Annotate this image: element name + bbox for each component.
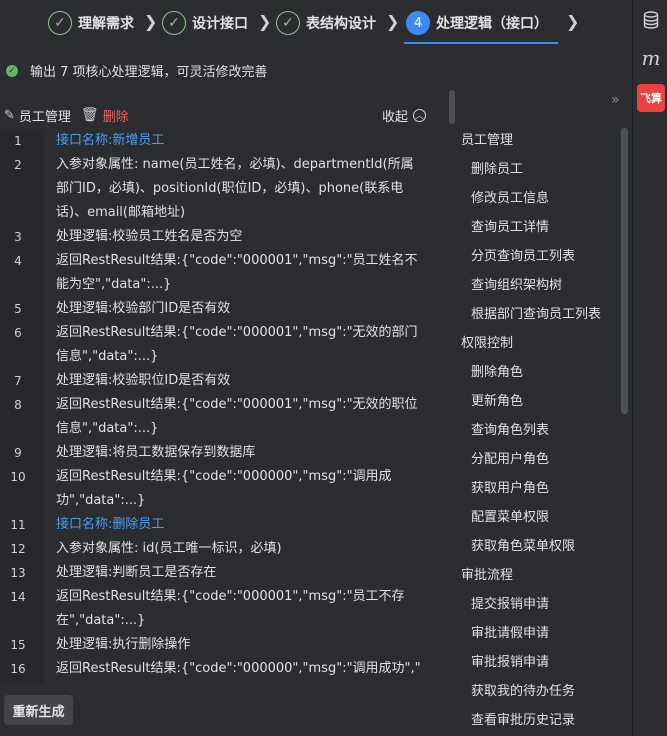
regenerate-button[interactable]: 重新生成: [4, 695, 73, 725]
line-number: 3: [14, 230, 22, 244]
code-line-text: 返回RestResult结果:{"code":"000000","msg":"调…: [56, 469, 392, 508]
tree-item[interactable]: 查询角色列表: [471, 416, 549, 445]
tree-item[interactable]: 分配用户角色: [471, 445, 549, 474]
check-icon: ✓: [162, 11, 186, 35]
tree-item[interactable]: 查询员工详情: [471, 213, 549, 242]
code-line-text: 入参对象属性: id(员工唯一标识，必填): [56, 541, 282, 556]
line-number: 6: [14, 326, 22, 340]
step-label: 理解需求: [78, 16, 134, 32]
chevron-right-icon: ❯: [386, 12, 400, 31]
line-number: 13: [10, 566, 26, 580]
tree-item[interactable]: 审批请假申请: [471, 619, 549, 648]
check-icon: ✓: [48, 11, 72, 35]
delete-button[interactable]: 删除: [103, 106, 129, 125]
tree-item[interactable]: 删除员工: [471, 155, 523, 184]
code-line-text: 返回RestResult结果:{"code":"000001","msg":"无…: [56, 325, 418, 364]
chevron-right-icon: ❯: [144, 12, 158, 31]
step-label: 设计接口: [192, 16, 248, 32]
step-label: 表结构设计: [306, 16, 376, 32]
status-message: ✓ 输出 7 项核心处理逻辑，可灵活修改完善: [6, 61, 268, 80]
tree-item[interactable]: 修改员工信息: [471, 184, 549, 213]
step-processing-logic[interactable]: 4 处理逻辑（接口）: [406, 9, 548, 37]
stepper: ✓ 理解需求 ❯ ✓ 设计接口 ❯ ✓ 表结构设计 ❯ 4 处理逻辑（接口） ❯: [0, 0, 630, 46]
double-chevron-right-icon[interactable]: »: [611, 92, 620, 108]
line-number: 16: [10, 662, 26, 676]
line-number: 1: [14, 134, 22, 148]
feisuan-plugin-icon[interactable]: 飞算: [637, 84, 665, 112]
collapse-button[interactable]: 收起 ︿: [382, 106, 426, 125]
tree-item[interactable]: 根据部门查询员工列表: [471, 300, 601, 329]
line-number: 10: [10, 470, 26, 484]
scrollbar[interactable]: [449, 90, 455, 124]
edit-icon[interactable]: ✎: [4, 108, 15, 123]
line-number: 9: [14, 446, 22, 460]
interface-name-line: 接口名称:新增员工: [56, 133, 165, 148]
tree-group[interactable]: 员工管理: [461, 126, 513, 155]
line-number: 5: [14, 302, 22, 316]
tree-item[interactable]: 获取用户角色: [471, 474, 549, 503]
interface-tree: 员工管理 删除员工 修改员工信息 查询员工详情 分页查询员工列表 查询组织架构树 根据部门查…: [456, 126, 622, 736]
code-line-text: 返回RestResult结果:{"code":"000000","msg":"调…: [56, 661, 421, 676]
tree-scrollbar[interactable]: [621, 128, 628, 414]
step-design-interface[interactable]: ✓ 设计接口: [162, 9, 248, 37]
module-name: 员工管理: [18, 109, 71, 125]
status-text: 输出 7 项核心处理逻辑，可灵活修改完善: [30, 65, 268, 80]
tree-item[interactable]: 查询组织架构树: [471, 271, 562, 300]
chevron-up-icon: ︿: [413, 108, 426, 122]
code-line-text: 处理逻辑:校验部门ID是否有效: [56, 301, 231, 316]
tree-item[interactable]: 提交报销申请: [471, 590, 549, 619]
code-line-text: 返回RestResult结果:{"code":"000001","msg":"无…: [56, 397, 418, 436]
code-line-text: 入参对象属性: name(员工姓名，必填)、departmentId(所属部门I…: [56, 157, 414, 220]
chevron-right-icon: ❯: [258, 12, 272, 31]
step-number-badge: 4: [406, 11, 430, 35]
success-icon: ✓: [6, 64, 18, 77]
tree-item[interactable]: 删除角色: [471, 358, 523, 387]
code-line-text: 处理逻辑:校验职位ID是否有效: [56, 373, 231, 388]
line-number: 15: [10, 638, 26, 652]
code-line-text: 处理逻辑:将员工数据保存到数据库: [56, 445, 256, 460]
tree-item[interactable]: 更新角色: [471, 387, 523, 416]
code-line-text: 返回RestResult结果:{"code":"000001","msg":"员…: [56, 253, 418, 292]
tree-item[interactable]: 分页查询员工列表: [471, 242, 575, 271]
collapse-label: 收起: [381, 109, 408, 125]
active-step-underline: [404, 42, 558, 44]
code-line-text: 处理逻辑:执行删除操作: [56, 637, 191, 652]
tree-item[interactable]: 获取我的待办任务: [471, 677, 575, 706]
tree-item[interactable]: 查看审批历史记录: [471, 706, 575, 735]
tree-group[interactable]: 审批流程: [461, 561, 513, 590]
check-icon: ✓: [276, 11, 300, 35]
line-number: 12: [10, 542, 26, 556]
tree-group[interactable]: 权限控制: [461, 329, 513, 358]
step-label: 处理逻辑（接口）: [436, 16, 548, 32]
tree-item[interactable]: 配置菜单权限: [471, 503, 549, 532]
line-number: 14: [10, 590, 26, 604]
code-line-text: 返回RestResult结果:{"code":"000001","msg":"员…: [56, 589, 405, 628]
step-table-design[interactable]: ✓ 表结构设计: [276, 9, 376, 37]
line-number: 2: [14, 158, 22, 172]
m-plugin-icon[interactable]: m: [637, 44, 665, 72]
line-number: 8: [14, 398, 22, 412]
interface-name-line: 接口名称:删除员工: [56, 517, 165, 532]
module-header: ✎ 员工管理 🗑 删除 收起 ︿: [4, 104, 432, 126]
trash-icon[interactable]: 🗑: [81, 107, 99, 123]
line-number: 4: [14, 254, 22, 268]
line-number: 7: [14, 374, 22, 388]
logic-code-panel[interactable]: 1 接口名称:新增员工 2 入参对象属性: name(员工姓名，必填)、departm…: [0, 129, 432, 684]
side-toolbar: m 飞算: [632, 0, 667, 736]
database-icon[interactable]: [637, 6, 665, 34]
code-line-text: 处理逻辑:校验员工姓名是否为空: [56, 229, 243, 244]
step-understand-requirements[interactable]: ✓ 理解需求: [48, 9, 134, 37]
chevron-right-icon[interactable]: ❯: [566, 12, 579, 31]
tree-item[interactable]: 获取角色菜单权限: [471, 532, 575, 561]
code-line-text: 处理逻辑:判断员工是否存在: [56, 565, 217, 580]
tree-item[interactable]: 审批报销申请: [471, 648, 549, 677]
line-number: 11: [10, 518, 26, 532]
